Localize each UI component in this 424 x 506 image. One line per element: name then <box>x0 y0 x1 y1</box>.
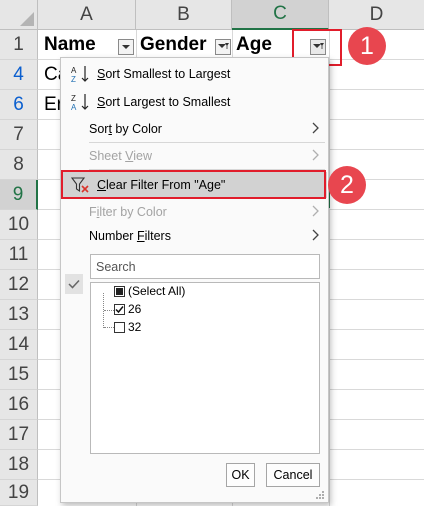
menu-item-label: Sheet View <box>89 149 153 163</box>
svg-text:Z: Z <box>71 75 76 83</box>
row-header[interactable]: 4 <box>0 60 38 90</box>
row-header[interactable]: 8 <box>0 150 38 180</box>
sort-ascending-icon: A Z <box>71 66 89 83</box>
tree-line <box>104 327 114 328</box>
filter-dropdown-gender[interactable] <box>215 39 231 55</box>
menu-item-label: Sort Largest to Smallest <box>97 95 231 109</box>
select-all-checkbox[interactable] <box>114 286 125 297</box>
tree-line <box>104 310 114 311</box>
row-header[interactable]: 7 <box>0 120 38 150</box>
row-header[interactable]: 14 <box>0 330 38 360</box>
filter-search-input[interactable]: Search <box>90 254 320 279</box>
value-label-32: 32 <box>128 320 142 334</box>
column-header-b[interactable]: B <box>136 0 232 30</box>
column-header-d[interactable]: D <box>329 0 424 30</box>
chevron-right-icon <box>312 122 319 134</box>
column-header-a[interactable]: A <box>38 0 136 30</box>
chevron-right-icon <box>312 205 319 217</box>
chevron-right-icon <box>312 149 319 161</box>
row-header[interactable]: 1 <box>0 30 38 60</box>
header-cell-name[interactable]: Name <box>40 30 116 60</box>
row-header[interactable]: 17 <box>0 420 38 450</box>
header-cell-age[interactable]: Age <box>232 30 292 60</box>
svg-text:A: A <box>71 103 77 111</box>
checkmark-icon <box>115 306 124 314</box>
column-header-c[interactable]: C <box>232 0 329 30</box>
menu-item-sort-by-color[interactable]: Sort by Color <box>62 116 327 142</box>
select-all-corner[interactable] <box>0 0 38 30</box>
select-all-label: (Select All) <box>128 284 186 298</box>
menu-item-sheet-view: Sheet View <box>62 143 327 169</box>
row-header[interactable]: 11 <box>0 240 38 270</box>
callout-box-clear-filter <box>61 170 326 199</box>
row-header[interactable]: 12 <box>0 270 38 300</box>
grid-line <box>329 30 330 506</box>
row-header[interactable]: 10 <box>0 210 38 240</box>
menu-item-label: Sort by Color <box>89 122 162 136</box>
resize-grip-icon[interactable] <box>315 490 325 500</box>
filter-applied-icon <box>218 43 229 49</box>
value-checkbox-32[interactable] <box>114 322 125 333</box>
row-header[interactable]: 9 <box>0 180 38 210</box>
svg-text:A: A <box>71 66 77 75</box>
menu-item-number-filters[interactable]: Number Filters <box>62 223 327 249</box>
sort-descending-icon: Z A <box>71 94 89 111</box>
row-header[interactable]: 19 <box>0 480 38 506</box>
svg-text:Z: Z <box>71 94 76 103</box>
menu-item-label: Number Filters <box>89 229 171 243</box>
filter-dropdown-name[interactable] <box>118 39 134 55</box>
value-label-26: 26 <box>128 302 142 316</box>
row-header[interactable]: 16 <box>0 390 38 420</box>
menu-item-label: Filter by Color <box>89 205 167 219</box>
menu-item-sort-ascending[interactable]: A Z Sort Smallest to Largest <box>62 61 327 87</box>
filter-applied-indicator <box>65 274 83 294</box>
corner-triangle <box>20 12 34 26</box>
value-checkbox-26[interactable] <box>114 304 125 315</box>
chevron-down-icon <box>122 45 130 49</box>
callout-badge-1: 1 <box>348 27 386 65</box>
menu-item-filter-by-color: Filter by Color <box>62 199 327 225</box>
menu-item-label: Sort Smallest to Largest <box>97 67 231 81</box>
ok-button[interactable]: OK <box>226 463 255 487</box>
row-header[interactable]: 18 <box>0 450 38 480</box>
header-cell-gender[interactable]: Gender <box>136 30 214 60</box>
menu-item-sort-descending[interactable]: Z A Sort Largest to Smallest <box>62 89 327 115</box>
chevron-right-icon <box>312 229 319 241</box>
cancel-button[interactable]: Cancel <box>266 463 320 487</box>
callout-badge-2: 2 <box>328 166 366 204</box>
check-icon <box>68 279 80 289</box>
row-header[interactable]: 15 <box>0 360 38 390</box>
row-header[interactable]: 6 <box>0 90 38 120</box>
row-header[interactable]: 13 <box>0 300 38 330</box>
